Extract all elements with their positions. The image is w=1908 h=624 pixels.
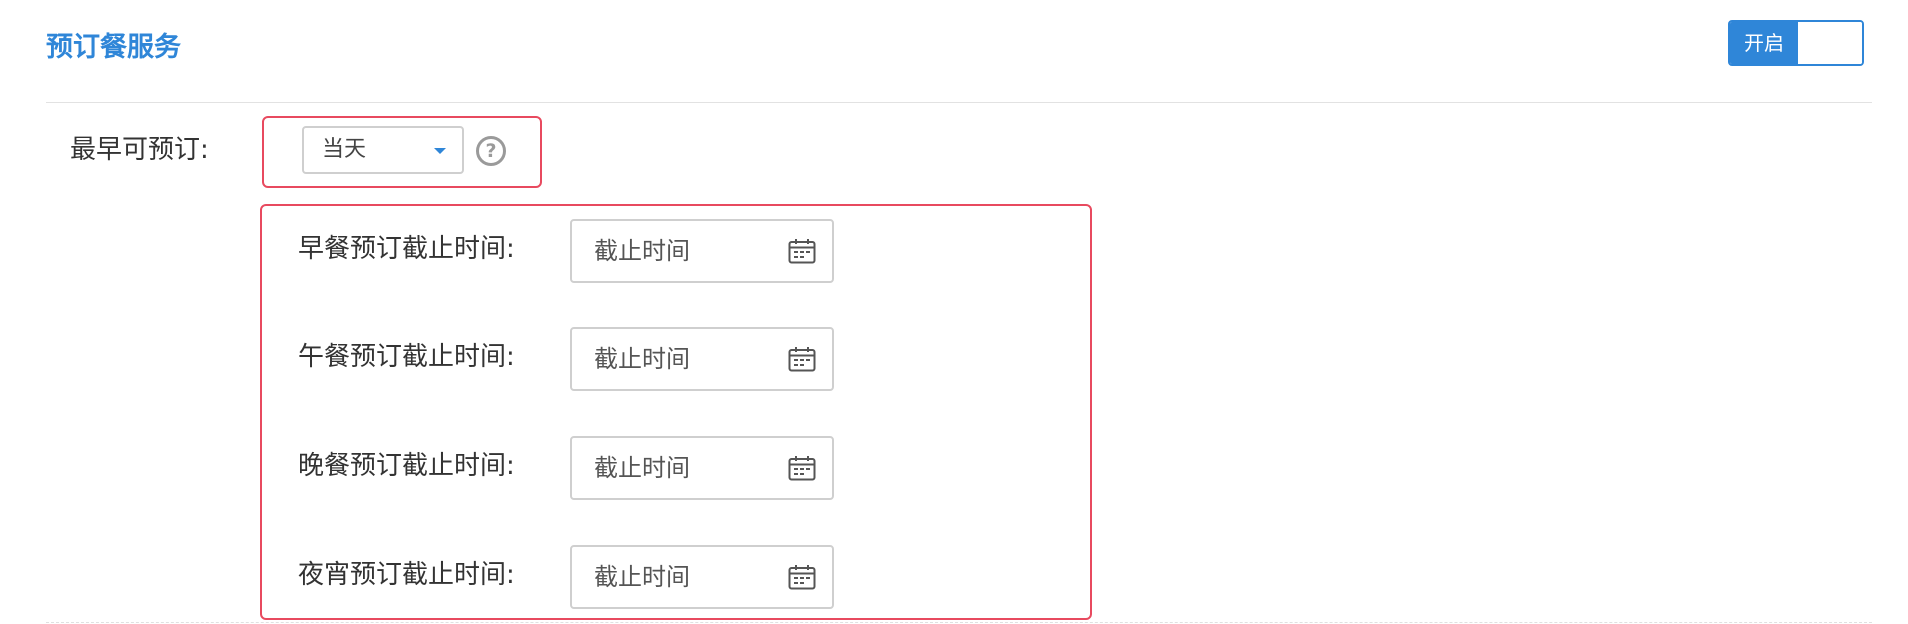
caret-down-icon	[434, 148, 446, 154]
lunch-cutoff-label: 午餐预订截止时间:	[298, 342, 515, 372]
earliest-booking-select[interactable]: 当天	[302, 126, 464, 174]
calendar-icon[interactable]	[788, 238, 816, 264]
late-night-cutoff-label: 夜宵预订截止时间:	[298, 560, 515, 590]
section-bottom-divider	[46, 622, 1872, 623]
service-toggle-switch[interactable]: 开启	[1728, 20, 1864, 66]
breakfast-cutoff-field[interactable]	[570, 219, 834, 283]
toggle-knob	[1798, 22, 1862, 64]
toggle-on-label: 开启	[1730, 22, 1798, 64]
header-divider	[46, 102, 1872, 103]
late-night-cutoff-field[interactable]	[570, 545, 834, 609]
breakfast-cutoff-label: 早餐预订截止时间:	[298, 234, 515, 264]
calendar-icon[interactable]	[788, 346, 816, 372]
earliest-booking-selected-value: 当天	[322, 137, 367, 162]
dinner-cutoff-input[interactable]	[572, 438, 772, 498]
dinner-cutoff-field[interactable]	[570, 436, 834, 500]
lunch-cutoff-input[interactable]	[572, 329, 772, 389]
question-circle-icon[interactable]: ?	[476, 136, 506, 166]
late-night-cutoff-input[interactable]	[572, 547, 772, 607]
calendar-icon[interactable]	[788, 455, 816, 481]
lunch-cutoff-field[interactable]	[570, 327, 834, 391]
earliest-booking-label: 最早可预订:	[70, 135, 209, 165]
dinner-cutoff-label: 晚餐预订截止时间:	[298, 451, 515, 481]
breakfast-cutoff-input[interactable]	[572, 221, 772, 281]
calendar-icon[interactable]	[788, 564, 816, 590]
section-title: 预订餐服务	[46, 32, 181, 63]
